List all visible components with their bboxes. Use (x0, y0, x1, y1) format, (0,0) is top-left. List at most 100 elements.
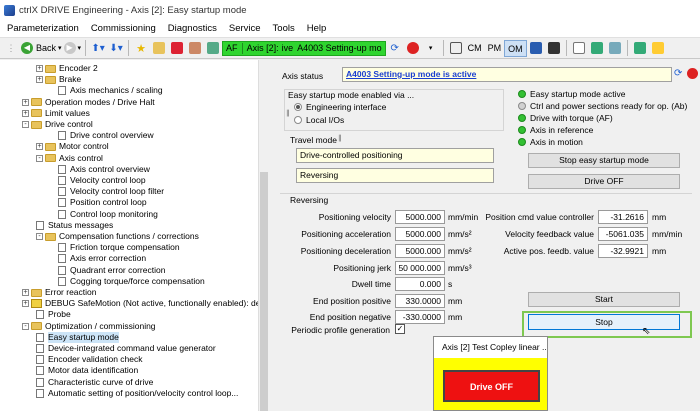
tree-item[interactable]: + Motor control (36, 141, 109, 152)
tree-item[interactable]: Motor data identification (36, 365, 138, 376)
tree-item[interactable]: Axis error correction (58, 253, 146, 264)
mode-cm-button[interactable]: CM (465, 40, 485, 57)
tree-item[interactable]: - Optimization / commissioning (22, 321, 156, 332)
tree-item[interactable]: Drive control overview (58, 130, 154, 141)
collapse-icon[interactable]: - (36, 154, 43, 162)
tree-item[interactable]: Probe (36, 309, 71, 320)
tree-item[interactable]: Automatic setting of position/velocity c… (36, 388, 238, 399)
toolbar-grip: ⋮ (6, 42, 16, 53)
drive-device-icon[interactable] (205, 40, 221, 57)
param-input[interactable]: 330.0000 (395, 294, 445, 308)
menu-commissioning[interactable]: Commissioning (85, 20, 162, 38)
params-list-icon[interactable] (169, 40, 185, 57)
divider (280, 193, 692, 194)
popup-drive-off-button[interactable]: Drive OFF (443, 370, 540, 402)
expand-icon[interactable]: + (36, 65, 43, 72)
star-icon[interactable]: ★ (133, 40, 149, 57)
settings-tools-icon[interactable] (187, 40, 203, 57)
param-input[interactable]: 50 000.000 (395, 261, 445, 275)
tree-item[interactable]: Quadrant error correction (58, 265, 165, 276)
readout-unit: mm (652, 212, 667, 222)
radio-engineering-interface[interactable] (294, 103, 302, 111)
window-title: ctrlX DRIVE Engineering - Axis [2]: Easy… (19, 4, 247, 16)
tree-item[interactable]: Axis control overview (58, 164, 150, 175)
nav-down-icon[interactable]: ⬇▾ (108, 40, 124, 57)
expand-icon[interactable]: + (36, 76, 43, 84)
folder-icon[interactable] (151, 40, 167, 57)
drive-off-button[interactable]: Drive OFF (528, 174, 680, 189)
tree-item[interactable]: - Axis control (36, 153, 103, 164)
tree-scrollbar[interactable] (258, 60, 268, 411)
param-input[interactable]: 0.000 (395, 277, 445, 291)
stop-easy-startup-button[interactable]: Stop easy startup mode (528, 153, 680, 168)
periodic-profile-checkbox[interactable]: ✓ (395, 324, 405, 334)
tree-item[interactable]: + Operation modes / Drive Halt (22, 97, 155, 108)
stop-button[interactable]: Stop (528, 314, 680, 330)
tree-item[interactable]: Position control loop (58, 197, 147, 208)
collapse-icon[interactable]: - (22, 121, 29, 128)
axis-status-strip: AF Axis [2]: ive A4003 Setting-up mo (222, 40, 386, 56)
travel-mode-field-2: Reversing (296, 168, 494, 183)
param-input[interactable]: 5000.000 (395, 244, 445, 258)
tree-item[interactable]: Encoder validation check (36, 354, 143, 365)
expand-icon[interactable]: + (36, 143, 43, 151)
refresh-icon[interactable]: ⟳ (387, 40, 403, 57)
document-icon (36, 366, 44, 376)
tree-item[interactable]: - Compensation functions / corrections (36, 231, 199, 242)
menu-help[interactable]: Help (301, 20, 333, 38)
tree-item[interactable]: Characteristic curve of drive (36, 377, 153, 388)
tree-item[interactable]: + Encoder 2 (36, 63, 98, 74)
scrollbar-thumb[interactable] (260, 172, 268, 411)
forward-button[interactable]: ▶ ▾ (63, 40, 82, 57)
expand-icon[interactable]: + (22, 300, 29, 308)
tree-item[interactable]: Axis mechanics / scaling (58, 85, 163, 96)
tree-item[interactable]: + Brake (36, 74, 81, 85)
upload-icon[interactable] (632, 40, 648, 57)
mode-om-button[interactable]: OM (504, 39, 527, 57)
oscilloscope-icon[interactable] (546, 40, 562, 57)
back-button[interactable]: ◀ Back ▾ (21, 40, 62, 57)
tree-item[interactable]: Device-integrated command value generato… (36, 343, 216, 354)
expand-icon[interactable]: + (22, 98, 29, 106)
expand-icon[interactable]: + (22, 289, 29, 296)
collapse-icon[interactable]: - (22, 322, 29, 330)
collapse-icon[interactable]: - (36, 233, 43, 240)
stop-status-icon[interactable] (687, 68, 698, 79)
grid-view-icon[interactable] (448, 40, 464, 57)
expand-icon[interactable]: + (22, 109, 29, 117)
ethernet-icon[interactable] (528, 40, 544, 57)
start-button[interactable]: Start (528, 292, 680, 307)
tree-item[interactable]: Velocity control loop filter (58, 186, 164, 197)
tree-item[interactable]: Easy startup mode (36, 331, 119, 343)
nav-up-icon[interactable]: ⬆▾ (90, 40, 106, 57)
menu-parameterization[interactable]: Parameterization (3, 20, 85, 38)
tree-item[interactable]: Velocity control loop (58, 175, 146, 186)
project-icon[interactable] (589, 40, 605, 57)
menu-diagnostics[interactable]: Diagnostics (162, 20, 223, 38)
radio-local-ios[interactable] (294, 116, 302, 124)
menu-service[interactable]: Service (223, 20, 267, 38)
param-unit: mm/s³ (448, 263, 472, 273)
menu-tools[interactable]: Tools (267, 20, 301, 38)
tree-item-label: Axis error correction (70, 253, 147, 264)
param-input[interactable]: 5000.000 (395, 210, 445, 224)
stop-icon[interactable] (405, 40, 421, 57)
tree-item[interactable]: Cogging torque/force compensation (58, 276, 205, 287)
export-icon[interactable] (650, 40, 666, 57)
document-icon[interactable] (571, 40, 587, 57)
chevron-down-icon: ▾ (77, 45, 82, 52)
toolbar-separator (85, 40, 87, 56)
param-input[interactable]: -330.0000 (395, 310, 445, 324)
mode-pm-button[interactable]: PM (485, 40, 505, 57)
tree-item[interactable]: Friction torque compensation (58, 242, 180, 253)
tree-item[interactable]: + DEBUG SafeMotion (Not active, functiona… (22, 298, 263, 309)
download-icon[interactable] (607, 40, 623, 57)
tree-item[interactable]: - Drive control (22, 119, 93, 130)
stop-dropdown-icon[interactable]: ▾ (423, 40, 439, 57)
param-input[interactable]: 5000.000 (395, 227, 445, 241)
refresh-status-icon[interactable]: ⟳ (674, 68, 682, 79)
tree-item[interactable]: Status messages (36, 220, 113, 231)
tree-item[interactable]: + Error reaction (22, 287, 97, 298)
tree-item[interactable]: + Limit values (22, 108, 90, 119)
tree-item[interactable]: Control loop monitoring (58, 209, 158, 220)
